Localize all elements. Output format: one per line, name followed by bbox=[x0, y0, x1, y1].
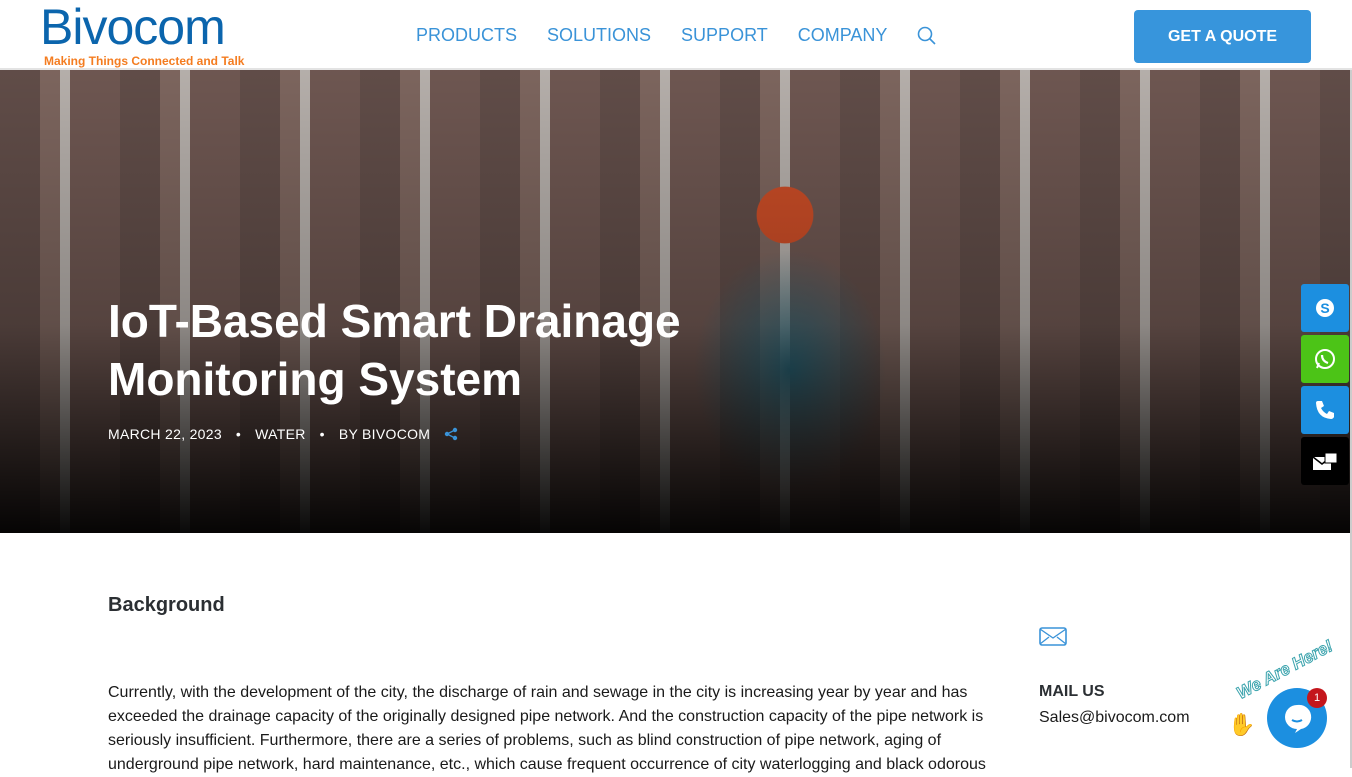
phone-icon bbox=[1316, 401, 1334, 419]
site-header: Bivocom Making Things Connected and Talk… bbox=[0, 0, 1352, 70]
nav-company[interactable]: COMPANY bbox=[798, 25, 888, 46]
page-title: IoT-Based Smart Drainage Monitoring Syst… bbox=[108, 295, 681, 405]
mail-us-label: MAIL US bbox=[1039, 683, 1105, 700]
whatsapp-icon bbox=[1315, 349, 1335, 369]
skype-button[interactable]: S bbox=[1301, 284, 1349, 332]
logo[interactable]: Bivocom Making Things Connected and Talk bbox=[40, 0, 245, 68]
nav-solutions[interactable]: SOLUTIONS bbox=[547, 25, 651, 46]
wave-hand-icon: ✋ bbox=[1228, 712, 1256, 737]
mail-icon bbox=[1312, 452, 1338, 470]
post-author[interactable]: BY BIVOCOM bbox=[339, 426, 430, 442]
article-paragraph: Currently, with the development of the c… bbox=[108, 684, 986, 773]
nav-products[interactable]: PRODUCTS bbox=[416, 25, 517, 46]
main-nav: PRODUCTS SOLUTIONS SUPPORT COMPANY bbox=[416, 25, 887, 46]
post-date: MARCH 22, 2023 bbox=[108, 426, 222, 442]
separator: • bbox=[319, 426, 325, 442]
nav-support[interactable]: SUPPORT bbox=[681, 25, 768, 46]
whatsapp-button[interactable] bbox=[1301, 335, 1349, 383]
post-meta: MARCH 22, 2023 • WATER • BY BIVOCOM bbox=[108, 426, 458, 442]
mail-us-email[interactable]: Sales@bivocom.com bbox=[1039, 709, 1190, 727]
get-a-quote-button[interactable]: GET A QUOTE bbox=[1134, 10, 1311, 63]
post-category[interactable]: WATER bbox=[255, 426, 306, 442]
hero-banner: IoT-Based Smart Drainage Monitoring Syst… bbox=[0, 70, 1352, 533]
skype-icon: S bbox=[1316, 299, 1334, 317]
notification-badge: 1 bbox=[1307, 688, 1327, 708]
chat-bubble-icon bbox=[1285, 704, 1312, 733]
svg-text:S: S bbox=[1320, 300, 1329, 316]
logo-tagline: Making Things Connected and Talk bbox=[44, 54, 245, 68]
phone-button[interactable] bbox=[1301, 386, 1349, 434]
mail-button[interactable] bbox=[1301, 437, 1349, 485]
share-icon[interactable] bbox=[444, 427, 458, 441]
envelope-icon bbox=[1039, 627, 1067, 646]
section-heading: Background bbox=[108, 594, 225, 616]
search-icon[interactable] bbox=[917, 26, 937, 46]
logo-name: Bivocom bbox=[40, 0, 226, 55]
separator: • bbox=[235, 426, 242, 442]
